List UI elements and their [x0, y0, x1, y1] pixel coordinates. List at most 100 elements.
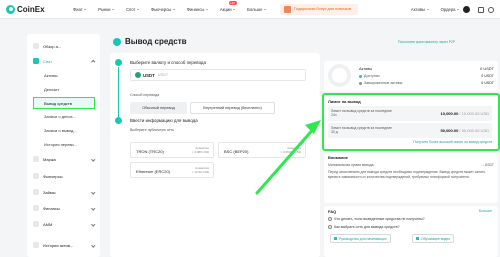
sidebar-item-loans[interactable]: Займы [27, 186, 100, 198]
step-connector [118, 67, 119, 117]
hot-badge: Hot [228, 0, 237, 5]
finance-icon [33, 205, 39, 211]
nav-more[interactable]: Больше [247, 7, 266, 12]
step-2-label: Ввести информацию для вывода [130, 118, 198, 123]
sidebar-item-label: Обзор а... [43, 43, 62, 49]
sidebar-sub-deposit[interactable]: Депозит [44, 87, 59, 92]
nav-futures-label: Фьючерсы [150, 6, 172, 12]
nav-fiat[interactable]: Фиат [73, 7, 87, 12]
nav-spot[interactable]: Спот [126, 7, 139, 12]
video-icon [416, 237, 419, 240]
top-navigation: CoinEx Фиат Рынки Спот Фьючерсы Финансы … [0, 0, 500, 19]
faq-question[interactable]: Что делать, если выведенные средства не … [328, 217, 425, 221]
sidebar-item-label: История актив... [43, 242, 74, 248]
sidebar-item-finance[interactable]: Финансы [27, 202, 100, 214]
sidebar-item-overview[interactable]: Обзор а... [27, 40, 100, 52]
step-1-label: Выберите валюту и способ перевода [130, 60, 206, 65]
tutorial-video-button[interactable]: Обучающее видео [412, 234, 455, 243]
spot-icon [33, 58, 39, 64]
chevron-down-icon [205, 8, 208, 10]
chevron-up-icon [90, 60, 95, 65]
frozen-value: 0 USDT [481, 81, 494, 85]
chevron-down-icon [457, 9, 459, 10]
loans-icon [33, 189, 39, 195]
nav-futures[interactable]: Фьючерсы [151, 7, 175, 12]
sidebar-sub-transfer-history[interactable]: История перево... [44, 142, 77, 147]
fee-value: ≈ 2.389 USD [191, 150, 209, 154]
nav-orders-label: Ордера [440, 7, 456, 12]
limit-used: 10,000.00 [440, 111, 459, 116]
sidebar-item-margin[interactable]: Маржа [27, 153, 100, 165]
sidebar-sub-withdraw-records[interactable]: Записи о вывод... [44, 128, 77, 133]
sidebar-item-amm[interactable]: AMM [27, 218, 100, 230]
nav-assets[interactable]: Активы [411, 7, 429, 12]
step-2-icon [115, 117, 122, 124]
chevron-down-icon [233, 8, 236, 10]
sidebar-item-label: Займы [43, 189, 56, 195]
assets-donut [328, 64, 351, 87]
assets-available-row: Доступно [359, 74, 380, 78]
network-option-tron[interactable]: TRON (TRC20) Комиссия ≈ 2.389 USD [130, 142, 214, 158]
network-fee: Комиссия ≈ 12.59 USD [192, 166, 209, 174]
nav-promotions[interactable]: Акции Hot [220, 0, 237, 12]
sidebar-item-label: Фьючерсы [43, 173, 63, 179]
nav-orders[interactable]: Ордера [441, 7, 459, 12]
min-withdraw-value: -- USDT [481, 163, 494, 167]
question-icon [328, 217, 332, 221]
network-name: BSC (BEP20) [224, 148, 249, 154]
sidebar: Обзор а... Спот Активы Депозит Вывод сре… [27, 34, 100, 257]
chevron-down-icon [111, 8, 114, 10]
sidebar-item-label: Маржа [43, 156, 56, 162]
sidebar-sub-deposit-records[interactable]: Записи о депоз... [44, 114, 76, 119]
amm-icon [33, 221, 39, 227]
faq-more-link[interactable]: Больше [479, 209, 492, 213]
sidebar-item-futures[interactable]: Фьючерсы [27, 170, 100, 182]
network-option-ethereum[interactable]: Ethereum (ERC20) Комиссия ≈ 12.59 USD [130, 162, 214, 178]
beginner-guide-button[interactable]: Руководство для начинающих [330, 234, 391, 243]
faq-question-text: Что делать, если выведенные средства не … [334, 217, 425, 221]
newbie-promo-banner[interactable]: Подарочная бонус для новичков [279, 3, 358, 15]
coin-select[interactable]: USDT USDT [130, 69, 306, 81]
faq-question[interactable]: Как выбрать сеть для вывода средств? [328, 225, 400, 229]
logo[interactable]: CoinEx [6, 4, 46, 14]
nav-links: Фиат Рынки Спот Фьючерсы Финансы Акции Ho… [73, 0, 358, 15]
chevron-down-icon [263, 8, 266, 10]
nav-finance-label: Финансы [186, 6, 205, 12]
sidebar-item-label: Спот [43, 58, 53, 64]
attention-panel: Внимание Минимальная сумма вывода -- USD… [324, 153, 498, 203]
attention-title: Внимание [328, 155, 348, 160]
download-icon[interactable] [478, 6, 484, 13]
method-internal-button[interactable]: Внутренний перевод (бесплатно) [190, 102, 275, 114]
fee-value: ≈ 0.06498 USD [280, 150, 302, 154]
frozen-label: Замороженные активы [364, 81, 403, 85]
p2p-link[interactable]: Пополните криптовалюту через P2P [398, 40, 455, 44]
nav-finance[interactable]: Финансы [187, 7, 208, 12]
avatar[interactable] [463, 6, 470, 13]
page-header: Вывод средств [113, 37, 187, 46]
sidebar-item-spot[interactable]: Спот [27, 55, 100, 67]
method-onchain-button[interactable]: Обычный перевод [130, 102, 187, 114]
tutorial-video-label: Обучающее видео [421, 236, 451, 241]
network-label: Выберите публичную сеть [130, 128, 174, 132]
withdraw-limit-panel: Лимит на вывод Лимит на вывод средств за… [322, 93, 500, 151]
beginner-guide-label: Руководство для начинающих [339, 236, 387, 241]
sidebar-item-asset-history[interactable]: История актив... [27, 239, 100, 251]
increase-limit-link[interactable]: Получить более высокий лимит на вывод ср… [413, 140, 492, 144]
coinex-logo-icon [6, 4, 15, 14]
faq-question-text: Как выбрать сеть для вывода средств? [334, 225, 400, 229]
sidebar-sub-withdraw[interactable]: Вывод средств [33, 97, 95, 109]
network-option-bsc[interactable]: BSC (BEP20) Комиссия ≈ 0.06498 USD [218, 142, 306, 158]
limit-row-30d: Лимит на вывод средств за последние 30 д… [328, 123, 492, 138]
nav-assets-label: Активы [410, 7, 426, 12]
globe-icon[interactable] [488, 6, 494, 13]
sidebar-sub-assets[interactable]: Активы [44, 73, 58, 78]
chevron-down-icon [84, 8, 87, 10]
assets-summary: Активы 0 USDT Доступно 0 USDT Замороженн… [324, 61, 498, 91]
gift-icon [283, 5, 291, 13]
chevron-down-icon [90, 206, 95, 211]
nav-markets[interactable]: Рынки [98, 7, 114, 12]
limit-value: 50,000.00 / 50,000.00 USD [441, 128, 489, 133]
sidebar-item-label: AMM [43, 221, 53, 227]
usdt-icon [135, 72, 141, 78]
coin-fullname: USDT [157, 73, 169, 77]
